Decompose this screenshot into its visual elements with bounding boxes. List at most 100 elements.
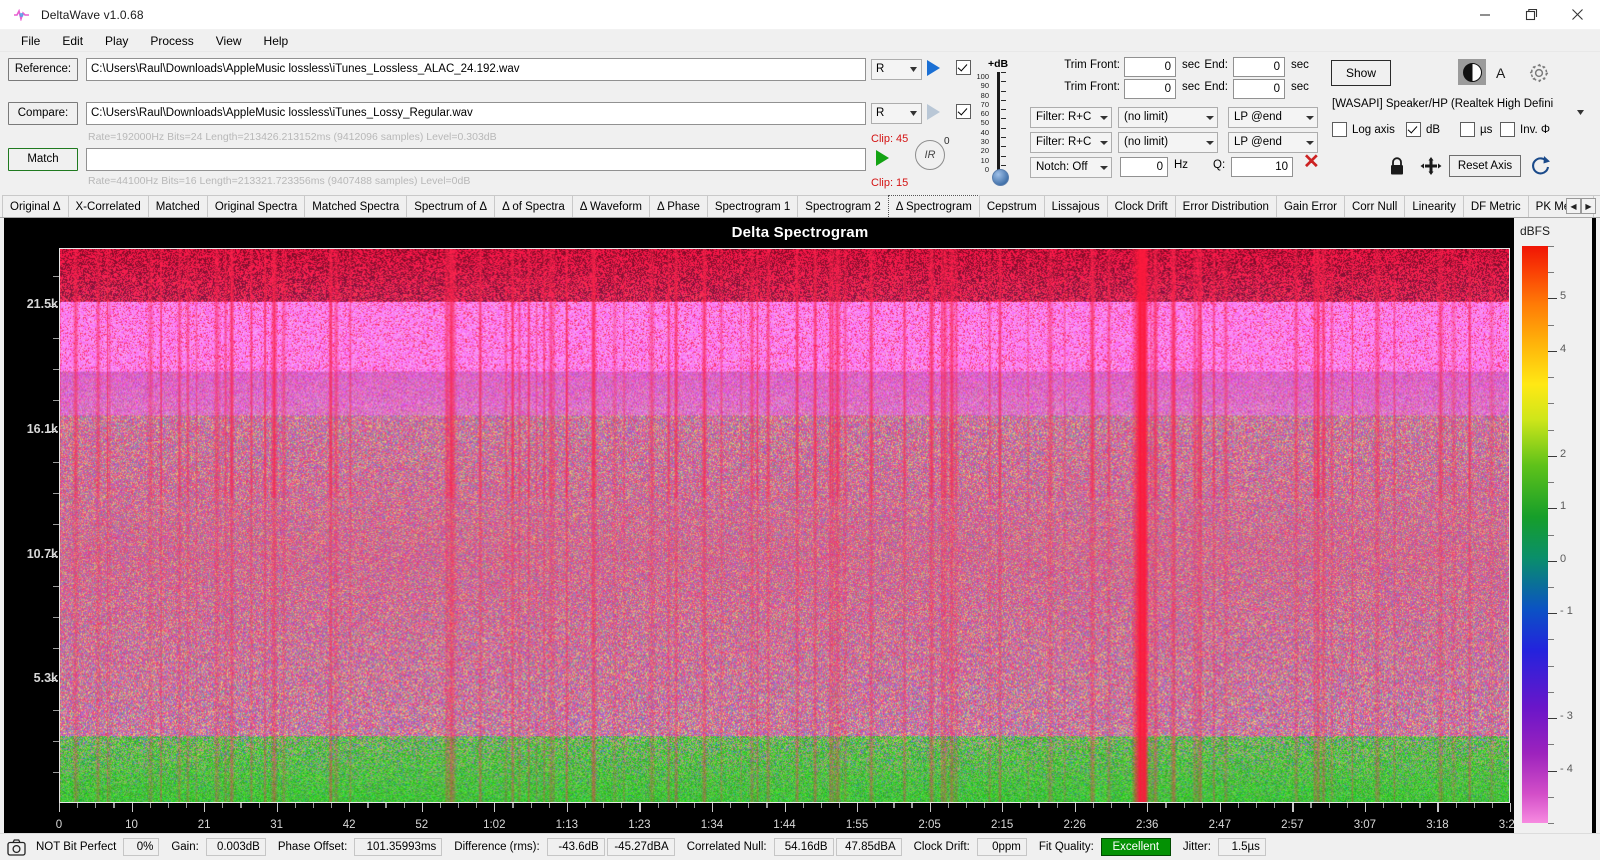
- screenshot-icon[interactable]: [6, 837, 26, 857]
- show-button[interactable]: Show: [1331, 60, 1391, 86]
- x-axis-minor-tick: [603, 803, 605, 808]
- correlated-null-value-db: 54.16dB: [773, 838, 834, 856]
- menu-process[interactable]: Process: [139, 31, 204, 51]
- tab-scroll-left-icon[interactable]: ◀: [1566, 198, 1581, 214]
- x-axis-label: 52: [415, 819, 429, 831]
- trim-end-input-1[interactable]: 0: [1233, 57, 1285, 77]
- tab-delta-of-spectra[interactable]: Δ of Spectra: [494, 195, 573, 217]
- refresh-icon[interactable]: [1530, 154, 1552, 183]
- x-axis-label: 2:15: [990, 819, 1014, 831]
- match-play-button[interactable]: [876, 150, 889, 166]
- menu-play[interactable]: Play: [94, 31, 139, 51]
- compare-button[interactable]: Compare:: [8, 102, 78, 125]
- trim-front-input-2[interactable]: 0: [1124, 79, 1176, 99]
- pan-move-icon[interactable]: [1419, 156, 1443, 181]
- difference-value-dba: -45.27dBA: [606, 838, 675, 856]
- tab-delta-spectrogram[interactable]: Δ Spectrogram: [887, 195, 980, 217]
- tab-corr-null[interactable]: Corr Null: [1343, 195, 1406, 217]
- db-meter-knob[interactable]: [992, 169, 1009, 186]
- audio-device-chevron-icon[interactable]: [1577, 102, 1584, 120]
- filter-limit-select-2[interactable]: (no limit): [1118, 132, 1218, 153]
- tab-lissajous[interactable]: Lissajous: [1043, 195, 1108, 217]
- tab-matched[interactable]: Matched: [147, 195, 208, 217]
- reference-button[interactable]: Reference:: [8, 58, 78, 81]
- reference-play-button[interactable]: [927, 60, 940, 76]
- tab-scroll-right-icon[interactable]: ▶: [1581, 198, 1596, 214]
- tab-df-metric[interactable]: DF Metric: [1462, 195, 1529, 217]
- reference-enable-checkbox[interactable]: [956, 60, 971, 75]
- tab-matched-spectra[interactable]: Matched Spectra: [304, 195, 408, 217]
- reference-path-input[interactable]: C:\Users\Raul\Downloads\AppleMusic lossl…: [86, 58, 866, 81]
- notch-select[interactable]: Notch: Off: [1030, 157, 1112, 178]
- tab-delta-phase[interactable]: Δ Phase: [649, 195, 708, 217]
- notch-freq-input[interactable]: 0: [1120, 157, 1168, 177]
- db-meter-ticks: [1001, 72, 1006, 174]
- x-axis-minor-tick: [675, 803, 677, 808]
- filter-lp-select-1-value: LP @end: [1234, 111, 1282, 123]
- chevron-down-icon: [1100, 141, 1108, 145]
- reset-axis-button[interactable]: Reset Axis: [1449, 155, 1521, 177]
- x-axis-minor-tick: [1274, 803, 1276, 808]
- tab-delta-waveform[interactable]: Δ Waveform: [571, 195, 650, 217]
- fit-quality-label: Fit Quality:: [1038, 841, 1094, 853]
- tab-gain-error[interactable]: Gain Error: [1275, 195, 1345, 217]
- clear-notch-icon[interactable]: ✕: [1303, 152, 1320, 172]
- maximize-button[interactable]: [1508, 0, 1554, 30]
- audio-device-select[interactable]: [WASAPI] Speaker/HP (Realtek High Defini: [1331, 94, 1583, 114]
- filter-lp-select-1[interactable]: LP @end: [1228, 107, 1318, 128]
- log-axis-checkbox[interactable]: [1332, 122, 1347, 137]
- compare-enable-checkbox[interactable]: [956, 104, 971, 119]
- close-button[interactable]: [1554, 0, 1600, 30]
- compare-path-input[interactable]: C:\Users\Raul\Downloads\AppleMusic lossl…: [86, 102, 866, 125]
- x-axis-minor-tick: [1346, 803, 1348, 808]
- tab-original-spectra[interactable]: Original Spectra: [206, 195, 306, 217]
- y-axis-minor-tick: [53, 524, 59, 526]
- tab-error-distribution[interactable]: Error Distribution: [1174, 195, 1277, 217]
- compare-channel-arrow-icon[interactable]: [906, 103, 922, 124]
- invert-phase-checkbox[interactable]: [1500, 122, 1515, 137]
- spectrogram-plot[interactable]: Delta Spectrogram 21.5k 16.1k 10.7k 5.3k 0 1…: [4, 218, 1596, 833]
- microseconds-checkbox[interactable]: [1460, 122, 1475, 137]
- contrast-toggle-icon[interactable]: [1458, 59, 1486, 85]
- lock-icon[interactable]: [1388, 156, 1406, 181]
- compare-play-button[interactable]: [927, 104, 940, 120]
- tab-cepstrum[interactable]: Cepstrum: [978, 195, 1045, 217]
- notch-q-input[interactable]: 10: [1231, 157, 1293, 177]
- font-size-icon[interactable]: A: [1496, 65, 1505, 81]
- match-path-input[interactable]: [86, 148, 866, 171]
- menu-help[interactable]: Help: [253, 31, 300, 51]
- x-axis-tick: [494, 803, 496, 812]
- trim-front-input-1[interactable]: 0: [1124, 57, 1176, 77]
- x-axis-tick: [349, 803, 351, 812]
- tab-spectrum-of-delta[interactable]: Spectrum of Δ: [406, 195, 496, 217]
- phase-offset-label: Phase Offset:: [277, 841, 348, 853]
- menu-file[interactable]: File: [10, 31, 51, 51]
- tab-linearity[interactable]: Linearity: [1404, 195, 1464, 217]
- db-checkbox[interactable]: [1406, 122, 1421, 137]
- x-axis-minor-tick: [766, 803, 768, 808]
- tab-spectrogram-1[interactable]: Spectrogram 1: [706, 195, 799, 217]
- tab-x-correlated[interactable]: X-Correlated: [67, 195, 149, 217]
- spectrogram-canvas[interactable]: [59, 248, 1510, 803]
- filter-select-2[interactable]: Filter: R+C: [1030, 132, 1112, 153]
- tab-clock-drift[interactable]: Clock Drift: [1106, 195, 1176, 217]
- colorbar-minor-tick: [1548, 796, 1554, 798]
- ir-button[interactable]: IR: [915, 140, 945, 170]
- tab-spectrogram-2[interactable]: Spectrogram 2: [797, 195, 889, 217]
- x-axis-minor-tick: [439, 803, 442, 808]
- menu-edit[interactable]: Edit: [51, 31, 94, 51]
- x-axis-minor-tick: [1237, 803, 1240, 808]
- y-axis-tick: [49, 430, 58, 432]
- filter-select-1[interactable]: Filter: R+C: [1030, 107, 1112, 128]
- filter-lp-select-2[interactable]: LP @end: [1228, 132, 1318, 153]
- trim-end-input-2[interactable]: 0: [1233, 79, 1285, 99]
- trim-front-label-1: Trim Front:: [1064, 59, 1120, 71]
- chevron-down-icon: [1306, 116, 1314, 120]
- tab-original-delta[interactable]: Original Δ: [2, 195, 69, 217]
- settings-gear-icon[interactable]: [1527, 61, 1551, 90]
- minimize-button[interactable]: [1462, 0, 1508, 30]
- menu-view[interactable]: View: [205, 31, 253, 51]
- filter-limit-select-1[interactable]: (no limit): [1118, 107, 1218, 128]
- reference-channel-arrow-icon[interactable]: [906, 59, 922, 80]
- match-button[interactable]: Match: [8, 148, 78, 171]
